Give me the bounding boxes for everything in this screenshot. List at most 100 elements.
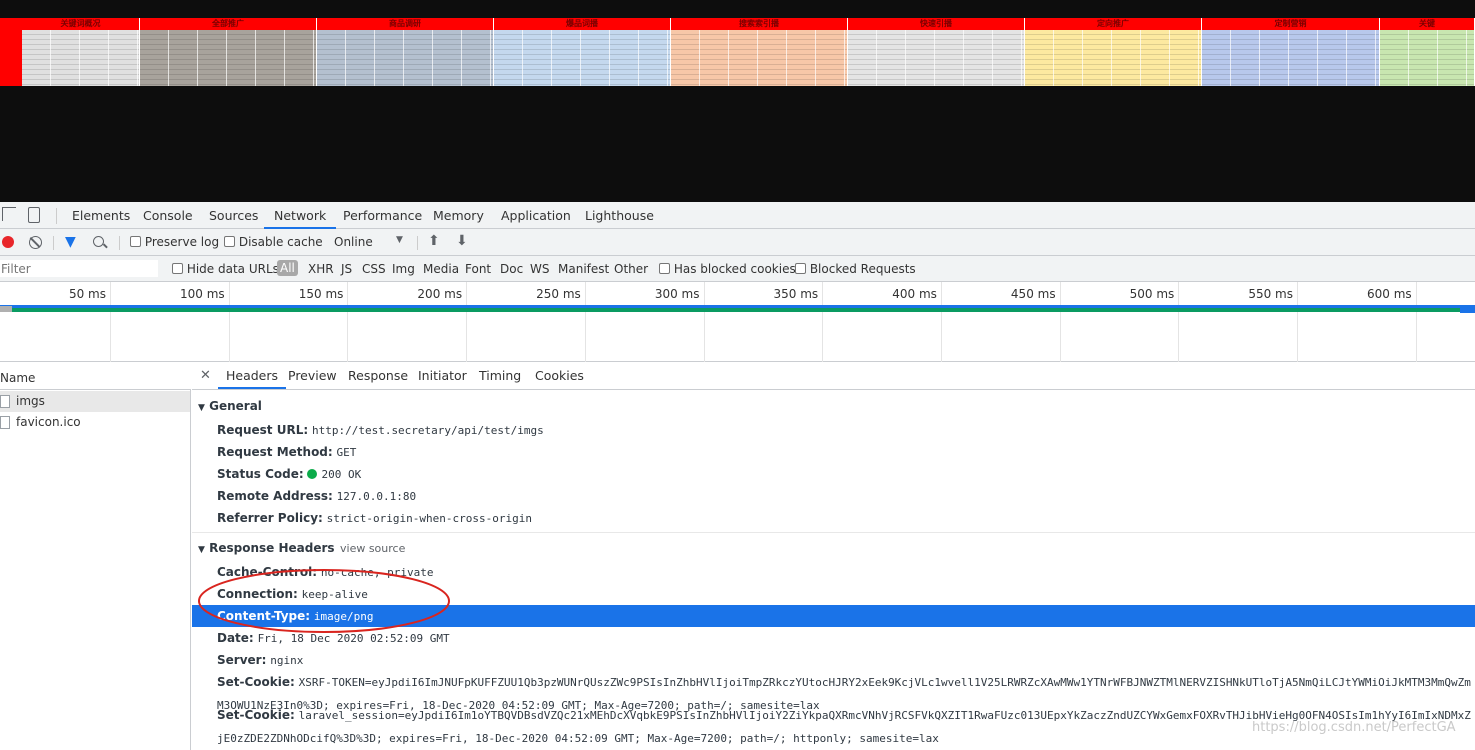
tab-performance[interactable]: Performance	[343, 202, 422, 229]
chevron-down-icon: ▼	[396, 235, 403, 245]
filter-type-img[interactable]: Img	[392, 262, 415, 276]
spreadsheet-preview: 关键词概况 全部推广 商品调研 爆品词播 搜索索引播 快速引播 定向推广 定制营销 关键	[0, 18, 1475, 86]
spreadsheet-section-title: 全部推广	[140, 18, 316, 30]
triangle-down-icon: ▼	[198, 545, 205, 555]
spreadsheet-section-body	[140, 30, 316, 86]
header-key: Status Code:	[217, 467, 304, 481]
request-list: Name imgs favicon.ico	[0, 362, 191, 750]
general-header-row: Referrer Policy: strict-origin-when-cros…	[217, 511, 532, 525]
general-section-header[interactable]: ▼ General	[198, 399, 262, 413]
close-icon[interactable]: ✕	[200, 368, 211, 383]
clear-icon[interactable]	[29, 236, 42, 249]
timeline-gridline	[110, 282, 111, 362]
tab-lighthouse[interactable]: Lighthouse	[585, 202, 654, 229]
disable-cache-checkbox[interactable]: Disable cache	[224, 235, 323, 249]
timeline-gridline	[1178, 282, 1180, 362]
timeline-tick-label: 600 ms	[1367, 287, 1412, 301]
header-key: Remote Address:	[217, 489, 333, 503]
timeline-tick-label: 250 ms	[536, 287, 581, 301]
watermark: https://blog.csdn.net/PerfectGA	[1252, 720, 1456, 735]
filter-type-font[interactable]: Font	[465, 262, 491, 276]
request-detail-pane: ✕ Headers Preview Response Initiator Timing C…	[192, 362, 1475, 750]
filter-type-js[interactable]: JS	[341, 262, 352, 276]
header-key: Set-Cookie:	[217, 675, 295, 689]
page-viewport: 关键词概况 全部推广 商品调研 爆品词播 搜索索引播 快速引播 定向推广 定制营销 关键	[0, 0, 1475, 202]
header-key: Referrer Policy:	[217, 511, 323, 525]
throttle-value: Online	[334, 235, 373, 249]
timeline-gridline	[1297, 282, 1298, 362]
timeline-gridline	[940, 282, 942, 362]
header-value: GET	[336, 446, 357, 459]
tab-console[interactable]: Console	[143, 202, 193, 229]
header-value: strict-origin-when-cross-origin	[326, 512, 532, 525]
timeline-tick-label: 500 ms	[1129, 287, 1175, 301]
spreadsheet-section-body	[671, 30, 847, 86]
header-key: Server:	[217, 653, 267, 667]
timeline-tick-label: 450 ms	[1010, 287, 1056, 301]
tab-memory[interactable]: Memory	[433, 202, 484, 229]
filter-type-css[interactable]: CSS	[362, 262, 386, 276]
filter-icon[interactable]: ▼	[65, 235, 76, 249]
tab-network[interactable]: Network	[264, 202, 337, 229]
detail-tab-response[interactable]: Response	[348, 362, 408, 389]
filter-type-manifest[interactable]: Manifest	[558, 262, 609, 276]
import-har-icon[interactable]: ⬆	[428, 233, 440, 249]
spreadsheet-section: 快速引播	[848, 18, 1025, 86]
detail-tab-initiator[interactable]: Initiator	[418, 362, 467, 389]
header-value: nginx	[270, 654, 304, 667]
detail-tab-timing[interactable]: Timing	[479, 362, 521, 389]
blocked-requests-checkbox[interactable]: Blocked Requests	[795, 262, 916, 276]
search-icon[interactable]	[93, 236, 108, 249]
view-source-link[interactable]: view source	[340, 542, 405, 555]
filter-type-xhr[interactable]: XHR	[308, 262, 334, 276]
filter-type-all[interactable]: All	[277, 260, 298, 276]
detail-tab-headers[interactable]: Headers	[218, 362, 287, 389]
devtools-tabbar: Elements Console Sources Network Performance…	[0, 202, 1475, 229]
export-har-icon[interactable]: ⬇	[456, 233, 468, 249]
preserve-log-checkbox[interactable]: Preserve log	[130, 235, 219, 249]
filter-type-media[interactable]: Media	[423, 262, 459, 276]
spreadsheet-section-title: 关键词概况	[22, 18, 139, 30]
inspect-element-icon[interactable]	[2, 207, 16, 221]
timeline-tick-label: 400 ms	[892, 287, 937, 301]
header-value: http://test.secretary/api/test/imgs	[311, 424, 544, 437]
tab-application[interactable]: Application	[501, 202, 571, 229]
spreadsheet-section: 爆品词播	[494, 18, 671, 86]
hide-data-urls-checkbox[interactable]: Hide data URLs	[172, 262, 279, 276]
file-icon	[0, 395, 10, 408]
tab-sources[interactable]: Sources	[209, 202, 258, 229]
header-key: Request URL:	[217, 423, 309, 437]
record-icon[interactable]	[2, 236, 14, 248]
filter-bar: Hide data URLs All XHR JS CSS Img Media Font Do…	[0, 256, 1475, 282]
filter-input[interactable]	[0, 260, 158, 277]
request-row[interactable]: imgs	[0, 391, 190, 412]
spreadsheet-section-title: 定制营销	[1202, 18, 1379, 30]
filter-type-other[interactable]: Other	[614, 262, 648, 276]
request-row[interactable]: favicon.ico	[0, 412, 190, 433]
general-header-row: Request Method: GET	[217, 445, 356, 459]
detail-tab-preview[interactable]: Preview	[288, 362, 337, 389]
general-title: General	[209, 399, 262, 413]
spreadsheet-section-body	[494, 30, 670, 86]
device-toolbar-icon[interactable]	[28, 207, 40, 223]
spreadsheet-section: 关键	[1380, 18, 1475, 86]
timeline-gridline	[347, 282, 349, 362]
tab-elements[interactable]: Elements	[72, 202, 130, 229]
network-toolbar: ▼ Preserve log Disable cache Online ▼ ⬆ ⬇	[0, 229, 1475, 256]
request-name: imgs	[16, 394, 45, 408]
response-headers-section-header[interactable]: ▼ Response Headers	[198, 541, 335, 555]
throttle-select[interactable]: Online ▼	[334, 235, 403, 249]
spreadsheet-section-title: 商品调研	[317, 18, 493, 30]
devtools-panel: Elements Console Sources Network Performance…	[0, 202, 1475, 750]
timeline-gridline	[1415, 282, 1417, 362]
spreadsheet-section: 搜索索引播	[671, 18, 848, 86]
name-column-header[interactable]: Name	[0, 371, 35, 385]
header-key: Set-Cookie:	[217, 708, 295, 722]
network-overview-timeline[interactable]: 50 ms 100 ms 150 ms 200 ms 250 ms 300 ms 350 m…	[0, 282, 1475, 362]
filter-type-ws[interactable]: WS	[530, 262, 549, 276]
timeline-tick-label: 150 ms	[298, 287, 344, 301]
filter-type-doc[interactable]: Doc	[500, 262, 523, 276]
has-blocked-cookies-checkbox[interactable]: Has blocked cookies	[659, 262, 796, 276]
detail-tab-cookies[interactable]: Cookies	[535, 362, 584, 389]
spreadsheet-section-body	[848, 30, 1024, 86]
